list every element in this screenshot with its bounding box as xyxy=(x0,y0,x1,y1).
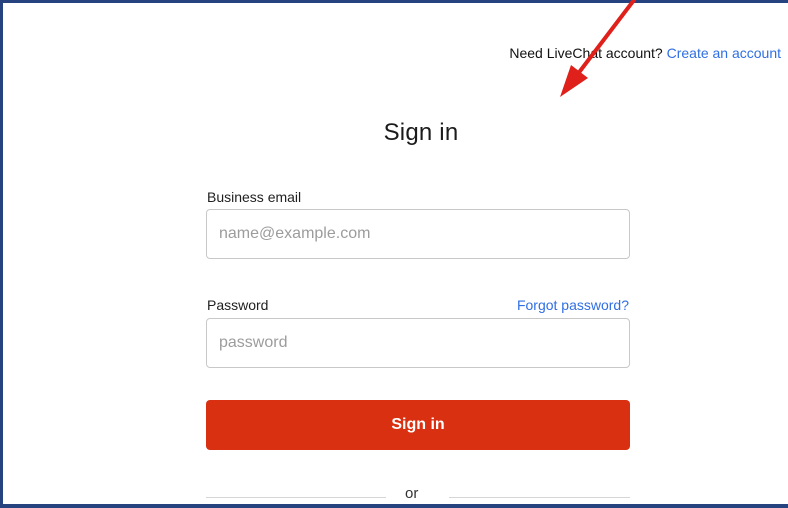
divider-right-line xyxy=(449,497,630,498)
password-input[interactable] xyxy=(206,318,630,368)
page-title: Sign in xyxy=(383,119,459,146)
divider-or-text: or xyxy=(405,485,419,502)
browser-page: Need LiveChat account? Create an account… xyxy=(0,0,788,508)
create-account-link[interactable]: Create an account xyxy=(667,45,781,61)
password-label: Password xyxy=(207,297,269,313)
account-prompt-text: Need LiveChat account? xyxy=(509,45,663,61)
create-account-prompt: Need LiveChat account? Create an account xyxy=(509,45,781,61)
divider-left-line xyxy=(206,497,386,498)
email-label: Business email xyxy=(207,189,302,205)
forgot-password-link[interactable]: Forgot password? xyxy=(517,297,629,313)
email-input[interactable] xyxy=(206,209,630,259)
sign-in-button[interactable]: Sign in xyxy=(206,400,630,450)
